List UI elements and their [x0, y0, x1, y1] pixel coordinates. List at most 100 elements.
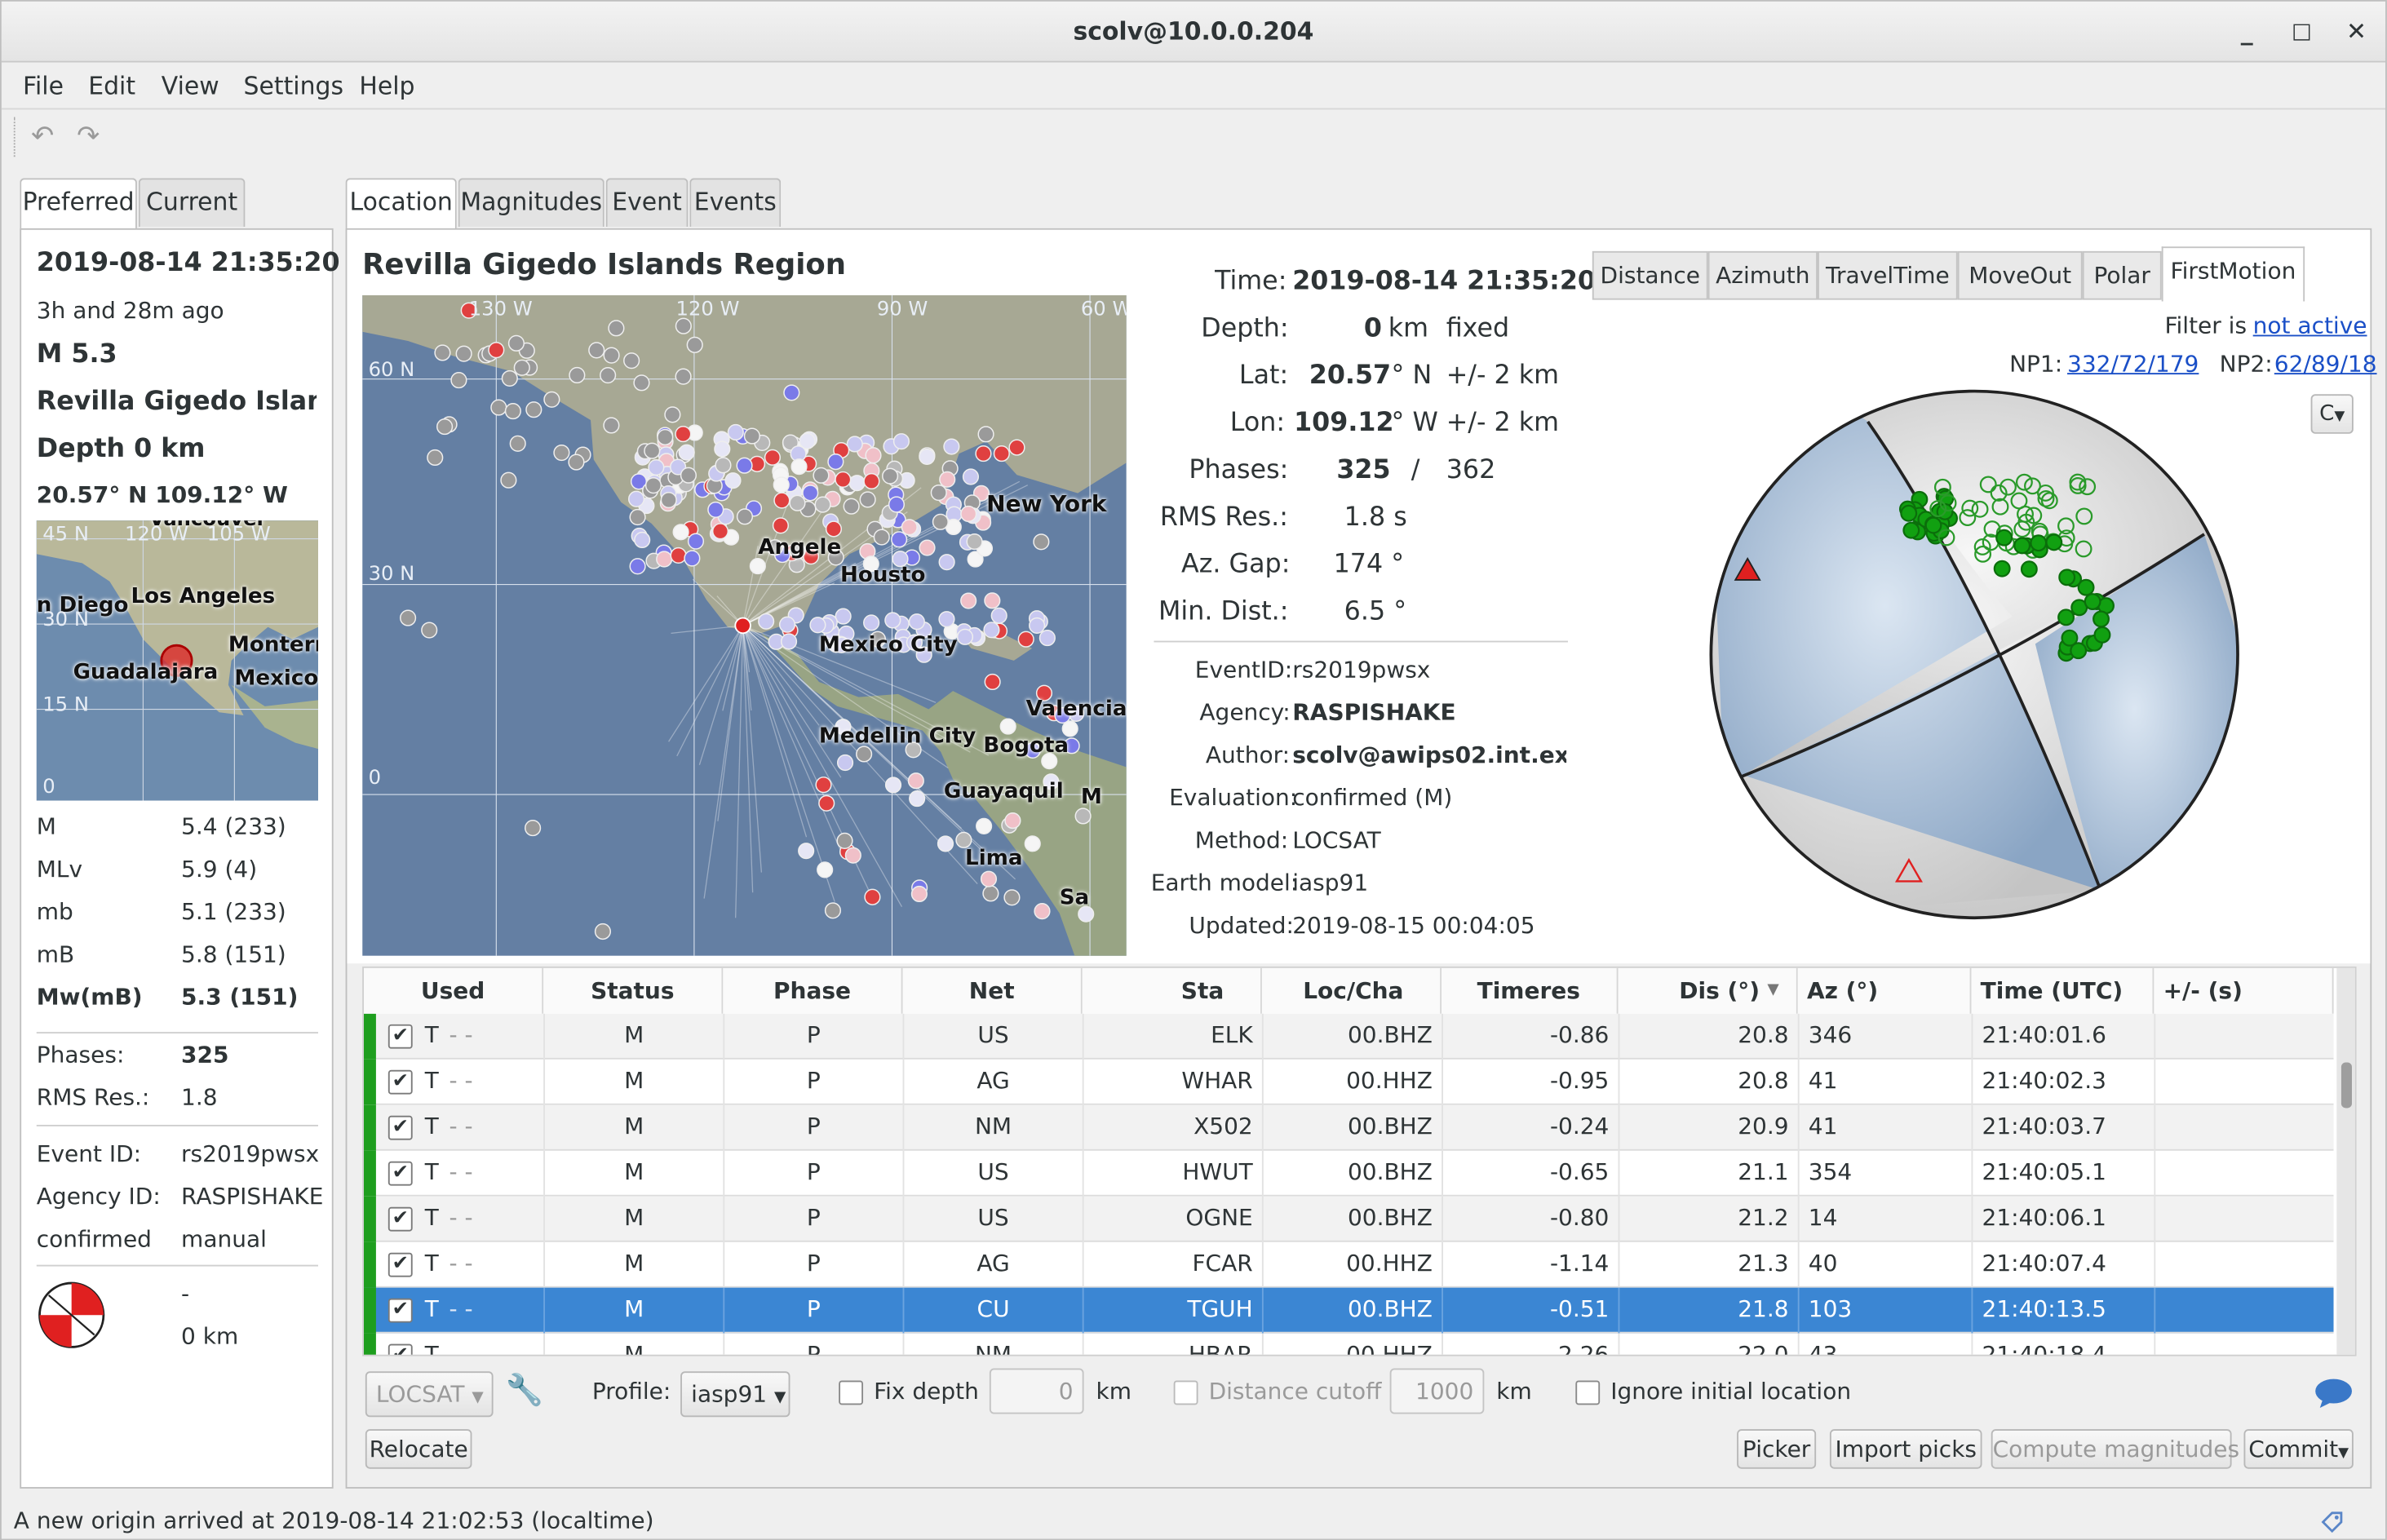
- station-marker: [865, 447, 882, 464]
- table-row[interactable]: ✔ T M P CU TGUH 00.BHZ -0.51 21.8 103 21:40:13.5 - …: [363, 1287, 2334, 1334]
- station-marker: [825, 520, 843, 538]
- column-header[interactable]: Status: [543, 967, 724, 1014]
- station-marker: [976, 817, 993, 834]
- ignore-initial-checkbox[interactable]: [1575, 1380, 1601, 1405]
- picker-button[interactable]: Picker: [1737, 1429, 1817, 1469]
- used-checkbox[interactable]: ✔: [388, 1343, 413, 1355]
- table-scrollbar[interactable]: [2336, 967, 2355, 1355]
- distance-cutoff-input[interactable]: 1000: [1389, 1368, 1485, 1414]
- station-marker: [892, 433, 910, 450]
- station-marker: [891, 531, 908, 548]
- summary-agency-value: RASPISHAKE: [181, 1182, 324, 1210]
- chat-bubble-icon[interactable]: [2314, 1376, 2354, 1409]
- table-row[interactable]: ✔ T M P NM X502 00.BHZ -0.24 20.9 41 21:40:03.7 - -: [363, 1104, 2334, 1151]
- tab-preferred[interactable]: Preferred: [20, 178, 137, 230]
- distance-cutoff-unit: km: [1496, 1377, 1532, 1405]
- maximize-button[interactable]: □: [2278, 2, 2324, 63]
- locator-select[interactable]: LOCSAT ▼: [365, 1371, 494, 1418]
- plot-menu-button[interactable]: C▼: [2310, 394, 2354, 434]
- used-indicator: [363, 1104, 376, 1151]
- compression-polarity: [2077, 578, 2095, 596]
- plot-tab-distance[interactable]: Distance: [1592, 250, 1708, 300]
- menu-edit[interactable]: Edit: [88, 72, 135, 100]
- cell-used: T: [424, 1294, 439, 1323]
- distance-cutoff-checkbox[interactable]: [1173, 1380, 1198, 1405]
- location-map[interactable]: 130 W 120 W 90 W 60 W 60 N 30 N 0 New Yo…: [362, 295, 1127, 956]
- tab-location[interactable]: Location: [345, 178, 457, 230]
- fix-depth-checkbox[interactable]: [839, 1380, 864, 1405]
- used-checkbox[interactable]: ✔: [388, 1206, 413, 1232]
- menu-bar: File Edit View Settings Help: [1, 64, 2386, 110]
- column-header[interactable]: Sta: [1082, 967, 1262, 1014]
- cell-res: -0.95: [1442, 1059, 1618, 1105]
- minimap-label-guadalajara: Guadalajara: [73, 660, 219, 685]
- import-picks-button[interactable]: Import picks: [1829, 1429, 1982, 1469]
- plot-tab-azimuth[interactable]: Azimuth: [1707, 250, 1818, 300]
- map-label-new-york: New York: [986, 489, 1107, 518]
- used-checkbox[interactable]: ✔: [388, 1024, 413, 1049]
- fix-depth-input[interactable]: 0: [989, 1368, 1084, 1414]
- table-scrollbar-thumb[interactable]: [2340, 1062, 2352, 1109]
- station-marker: [707, 501, 724, 519]
- firstmotion-plot[interactable]: [1708, 388, 2241, 924]
- plot-tab-traveltime[interactable]: TravelTime: [1818, 250, 1958, 300]
- table-row[interactable]: ✔ T M P US ELK 00.BHZ -0.86 20.8 346 21:40:01.6 - -: [363, 1013, 2334, 1060]
- close-button[interactable]: ✕: [2334, 2, 2380, 63]
- station-marker: [783, 384, 800, 401]
- used-checkbox[interactable]: ✔: [388, 1252, 413, 1277]
- wrench-icon[interactable]: 🔧: [506, 1371, 543, 1408]
- redo-icon[interactable]: ↷: [72, 120, 105, 152]
- menu-help[interactable]: Help: [359, 72, 414, 100]
- column-header[interactable]: Used: [363, 967, 544, 1014]
- station-marker: [993, 445, 1010, 462]
- column-header[interactable]: Az (°): [1797, 967, 1972, 1014]
- used-checkbox[interactable]: ✔: [388, 1298, 413, 1323]
- cell-res: -0.65: [1442, 1150, 1618, 1197]
- table-row[interactable]: ✔ T M P AG WHAR 00.HHZ -0.95 20.8 41 21:40:02.3 - -: [363, 1059, 2334, 1105]
- origin-summary-panel: 2019-08-14 21:35:20 3h and 28m ago M 5.3…: [20, 228, 340, 1489]
- table-row[interactable]: ✔ T M P US OGNE 00.BHZ -0.80 21.2 14 21:40:06.1 - -: [363, 1196, 2334, 1242]
- arrivals-table[interactable]: UsedStatusPhaseNetStaLoc/ChaTimeres (s)D…: [362, 966, 2357, 1356]
- plot-tab-firstmotion[interactable]: FirstMotion: [2161, 246, 2305, 302]
- tab-event[interactable]: Event: [605, 178, 689, 228]
- minimize-button[interactable]: _: [2224, 2, 2270, 63]
- menu-view[interactable]: View: [162, 72, 219, 100]
- undo-icon[interactable]: ↶: [26, 120, 60, 152]
- menu-settings[interactable]: Settings: [244, 72, 343, 100]
- station-marker: [909, 790, 926, 808]
- column-header[interactable]: Phase: [723, 967, 903, 1014]
- station-marker: [843, 498, 860, 515]
- table-row[interactable]: ✔ T M P NM HBAR 00.HHZ 2.26 22.0 43 21:40:18.4 - -: [363, 1333, 2334, 1355]
- relocate-button[interactable]: Relocate: [365, 1429, 472, 1469]
- np2-link[interactable]: 62/89/18: [2274, 350, 2377, 378]
- used-checkbox[interactable]: ✔: [388, 1069, 413, 1095]
- commit-button[interactable]: Commit▼: [2243, 1429, 2354, 1469]
- cell-phase: P: [723, 1059, 902, 1105]
- station-marker: [1034, 903, 1051, 920]
- column-header[interactable]: Timeres (s): [1442, 967, 1619, 1051]
- tab-magnitudes[interactable]: Magnitudes: [458, 178, 604, 228]
- table-row[interactable]: ✔ T M P US HWUT 00.BHZ -0.65 21.1 354 21:40:05.1 - …: [363, 1150, 2334, 1197]
- plot-tab-moveout[interactable]: MoveOut: [1957, 250, 2083, 300]
- station-marker: [507, 334, 525, 352]
- plot-tab-polar[interactable]: Polar: [2082, 250, 2162, 300]
- station-marker: [743, 427, 760, 445]
- station-marker: [999, 718, 1016, 735]
- compute-magnitudes-button[interactable]: Compute magnitudes: [1991, 1429, 2239, 1469]
- column-header[interactable]: Net: [902, 967, 1083, 1014]
- summary-map[interactable]: 45 N 120 W 105 W Vancouver n Diego Los A…: [36, 520, 318, 801]
- tab-events[interactable]: Events: [689, 178, 782, 228]
- station-marker: [943, 438, 960, 455]
- np1-link[interactable]: 332/72/179: [2067, 350, 2199, 378]
- tab-current[interactable]: Current: [138, 178, 246, 228]
- column-header[interactable]: +/- (s): [2154, 967, 2334, 1014]
- profile-select[interactable]: iasp91 ▼: [680, 1371, 790, 1418]
- table-row[interactable]: ✔ T M P AG FCAR 00.HHZ -1.14 21.3 40 21:40:07.4 - -: [363, 1241, 2334, 1288]
- filter-link[interactable]: not active: [2253, 312, 2367, 340]
- menu-file[interactable]: File: [23, 72, 64, 100]
- column-header[interactable]: Loc/Cha: [1261, 967, 1442, 1014]
- map-grid-60n: 60 N: [368, 359, 415, 383]
- column-header[interactable]: Time (UTC): [1971, 967, 2154, 1014]
- used-checkbox[interactable]: ✔: [388, 1161, 413, 1186]
- used-checkbox[interactable]: ✔: [388, 1115, 413, 1140]
